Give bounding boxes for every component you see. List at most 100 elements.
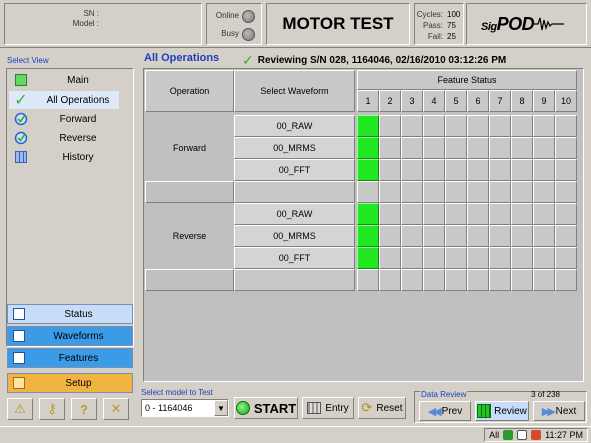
- nav-item-label: History: [62, 151, 94, 163]
- prev-button[interactable]: ◀◀ Prev: [419, 401, 471, 421]
- feature-status-empty: [357, 269, 379, 291]
- waveform-button[interactable]: 00_FFT: [234, 247, 355, 269]
- sn-label: SN :: [83, 9, 99, 18]
- features-icon: [13, 352, 25, 364]
- sigpod-logo: SigPOD: [466, 3, 587, 45]
- nav-item-label: Reverse: [59, 132, 97, 144]
- page-title: All Operations: [144, 52, 220, 64]
- spacer-cell: [145, 269, 234, 291]
- review-count: 3 of 238: [531, 390, 560, 399]
- feature-status-empty: [511, 225, 533, 247]
- feature-status-empty: [511, 203, 533, 225]
- app-title: MOTOR TEST: [266, 3, 410, 45]
- nav-item-label: Main: [67, 74, 89, 86]
- start-icon: [235, 401, 250, 415]
- column-header-operation: Operation: [145, 70, 234, 112]
- setup-icon: [13, 377, 25, 389]
- feature-status-empty: [357, 181, 379, 203]
- nav-item-all-operations[interactable]: ✓ All Operations: [9, 91, 119, 109]
- waveform-logo-icon: [534, 17, 565, 31]
- model-select-label: Select model to Test: [141, 388, 213, 397]
- setup-button[interactable]: Setup: [7, 373, 133, 393]
- nav-item-label: Forward: [59, 113, 97, 125]
- spacer-cell: [234, 181, 355, 203]
- help-button[interactable]: ?: [71, 398, 97, 420]
- main-panel: All Operations ✓ Reviewing S/N 028, 1164…: [138, 50, 591, 386]
- network-icon[interactable]: [503, 430, 514, 440]
- feature-status-empty: [489, 137, 511, 159]
- status-icon: [13, 308, 25, 320]
- operations-table: Operation Select Waveform Feature Status 1 2…: [143, 68, 584, 382]
- review-text: Reviewing S/N 028, 1164046, 02/16/2010 0…: [257, 55, 507, 66]
- feature-status-empty: [489, 181, 511, 203]
- cycles-label: Cycles:: [416, 10, 443, 19]
- feature-status-empty: [555, 181, 577, 203]
- filter-label: All: [489, 430, 500, 440]
- chevron-down-icon[interactable]: ▼: [214, 400, 228, 416]
- feature-status-empty: [489, 247, 511, 269]
- waveform-button[interactable]: 00_FFT: [234, 159, 355, 181]
- feature-status-empty: [401, 137, 423, 159]
- operation-label: Forward: [172, 143, 206, 153]
- check-icon: ✓: [14, 92, 28, 109]
- feature-status-pass: [357, 203, 379, 225]
- feature-status-empty: [555, 159, 577, 181]
- feature-status-empty: [379, 181, 401, 203]
- feature-status-empty: [467, 247, 489, 269]
- waveform-button[interactable]: 00_MRMS: [234, 225, 355, 247]
- control-bar: Select model to Test 0 - 1164046 ▼ START…: [138, 386, 591, 426]
- nav-item-forward[interactable]: Forward: [9, 110, 119, 128]
- feature-status-empty: [445, 269, 467, 291]
- feature-status-empty: [511, 137, 533, 159]
- tools-button[interactable]: ✕: [103, 398, 129, 420]
- key-button[interactable]: ⚷: [39, 398, 65, 420]
- alert-icon[interactable]: [531, 430, 542, 440]
- review-button[interactable]: Review: [475, 401, 529, 421]
- waveform-button[interactable]: 00_RAW: [234, 115, 355, 137]
- review-icon: [477, 404, 492, 418]
- nav-item-reverse[interactable]: Reverse: [9, 129, 119, 147]
- next-button[interactable]: ▶▶ Next: [533, 401, 585, 421]
- feature-status-empty: [379, 137, 401, 159]
- system-tray-bar: All 11:27 PM: [0, 426, 591, 443]
- feature-status-empty: [555, 225, 577, 247]
- feature-status-empty: [423, 159, 445, 181]
- feature-status-empty: [489, 115, 511, 137]
- check-icon: ✓: [242, 52, 254, 68]
- system-tray: All 11:27 PM: [484, 428, 588, 442]
- waveform-button[interactable]: 00_MRMS: [234, 137, 355, 159]
- feature-status-empty: [379, 269, 401, 291]
- usb-icon[interactable]: [517, 430, 528, 440]
- feature-status-empty: [423, 115, 445, 137]
- feature-status-empty: [445, 181, 467, 203]
- waveform-button[interactable]: 00_RAW: [234, 203, 355, 225]
- feature-status-pass: [357, 159, 379, 181]
- spacer-cell: [234, 269, 355, 291]
- feature-status-empty: [379, 225, 401, 247]
- feature-number-header: 9: [533, 90, 555, 112]
- status-button[interactable]: Status: [7, 304, 133, 324]
- busy-label: Busy: [221, 29, 239, 38]
- reverse-op-icon: [14, 131, 28, 145]
- waveforms-button[interactable]: Waveforms: [7, 326, 133, 346]
- reset-button[interactable]: ⟳ Reset: [358, 397, 406, 419]
- feature-status-empty: [401, 159, 423, 181]
- warning-button[interactable]: ⚠: [7, 398, 33, 420]
- model-select[interactable]: 0 - 1164046 ▼: [141, 399, 229, 417]
- history-icon: [15, 151, 27, 163]
- feature-status-empty: [423, 203, 445, 225]
- feature-status-empty: [533, 137, 555, 159]
- features-button[interactable]: Features: [7, 348, 133, 368]
- feature-status-empty: [379, 247, 401, 269]
- start-button[interactable]: START: [234, 397, 298, 419]
- nav-item-history[interactable]: History: [9, 148, 119, 166]
- feature-status-empty: [533, 269, 555, 291]
- nav-item-main[interactable]: Main: [9, 71, 119, 89]
- feature-status-empty: [467, 269, 489, 291]
- feature-status-empty: [423, 225, 445, 247]
- feature-status-empty: [555, 269, 577, 291]
- feature-status-empty: [445, 203, 467, 225]
- nav-item-label: All Operations: [46, 94, 110, 106]
- entry-button[interactable]: Entry: [302, 397, 354, 419]
- online-label: Online: [215, 11, 239, 20]
